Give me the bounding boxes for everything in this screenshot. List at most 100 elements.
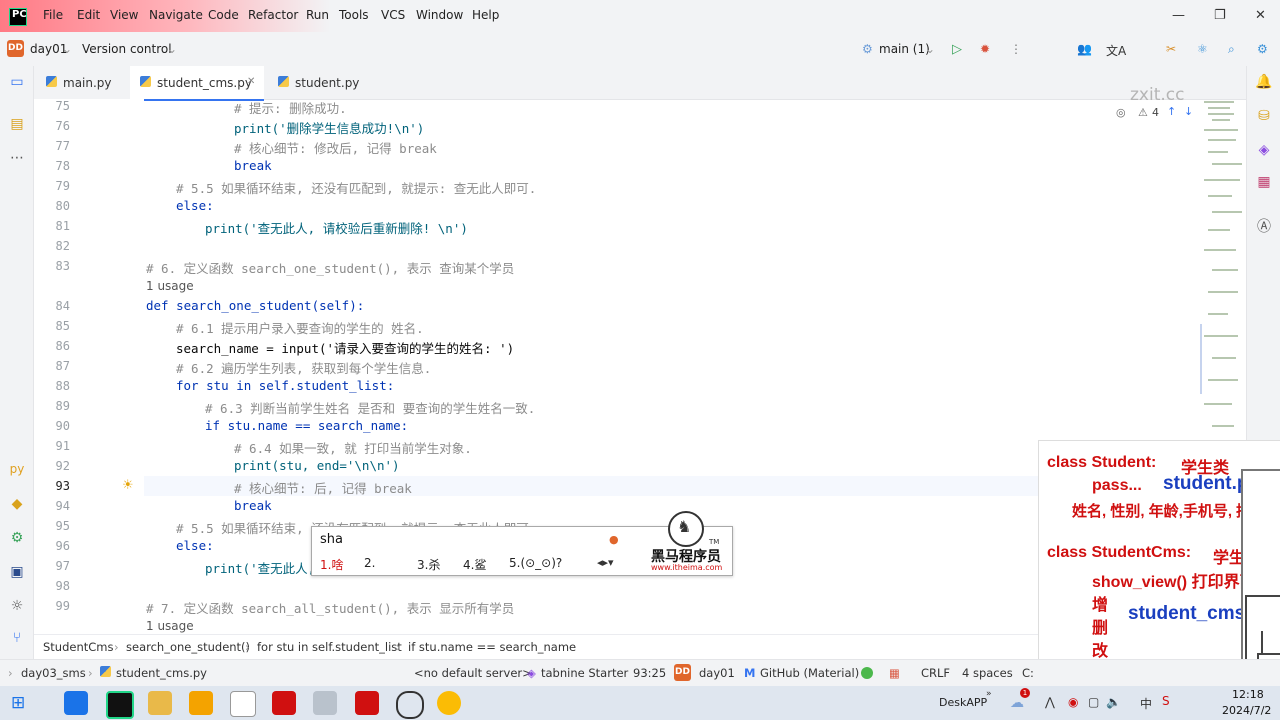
tray-icon[interactable]: ⋀ xyxy=(1045,695,1055,709)
status-tabnine[interactable]: tabnine Starter xyxy=(541,666,628,680)
run-config-selector[interactable]: main (1) xyxy=(879,42,930,56)
taskbar-app-icon[interactable] xyxy=(355,691,379,715)
menu-window[interactable]: Window xyxy=(416,8,463,22)
menu-file[interactable]: File xyxy=(43,8,63,22)
search-icon[interactable]: ⌕ xyxy=(1228,42,1235,57)
tab-main-py[interactable]: main.py xyxy=(34,66,130,99)
record-indicator-icon[interactable]: ◉ xyxy=(1068,695,1078,709)
code-line[interactable]: # 6.3 判断当前学生姓名 是否和 要查询的学生姓名一致. xyxy=(205,398,535,417)
terminal-icon[interactable]: ▣ xyxy=(7,564,27,580)
next-highlight-icon[interactable]: ↓ xyxy=(1184,105,1193,118)
code-line[interactable]: print('查无此人, xyxy=(205,558,315,577)
chrome-icon[interactable] xyxy=(437,691,461,715)
sound-icon[interactable]: 🔈 xyxy=(1106,695,1121,709)
breadcrumb-item[interactable]: StudentCms xyxy=(43,640,114,654)
taskbar-app-icon[interactable] xyxy=(189,691,213,715)
menu-tools[interactable]: Tools xyxy=(339,8,369,22)
chevron-down-icon[interactable]: ⌄ xyxy=(167,42,177,56)
chevron-down-icon[interactable]: ⌄ xyxy=(925,42,935,56)
breadcrumb-item[interactable]: for stu in self.student_list xyxy=(257,640,402,654)
plugin-icon[interactable]: ◈ xyxy=(1254,142,1274,158)
status-server[interactable]: <no default server> xyxy=(414,666,532,680)
status-position[interactable]: 93:25 xyxy=(633,666,666,680)
ime-candidate[interactable]: 2. xyxy=(364,556,375,570)
chevron-right-icon[interactable]: » xyxy=(986,689,992,699)
menu-navigate[interactable]: Navigate xyxy=(149,8,203,22)
menu-refactor[interactable]: Refactor xyxy=(248,8,298,22)
database-icon[interactable]: ⛁ xyxy=(1254,108,1274,124)
debug-icon[interactable]: ✹ xyxy=(980,42,990,56)
ime-page-arrows-icon[interactable]: ◂▸▾ xyxy=(597,556,614,569)
minimap[interactable] xyxy=(1200,99,1246,439)
taskbar-app-icon[interactable] xyxy=(230,691,256,717)
code-line[interactable]: # 6.2 遍历学生列表, 获取到每个学生信息. xyxy=(176,358,431,377)
ime-candidate[interactable]: 5.(⊙_⊙)? xyxy=(509,556,562,570)
prev-highlight-icon[interactable]: ↑ xyxy=(1167,105,1176,118)
menu-view[interactable]: View xyxy=(110,8,138,22)
status-indent[interactable]: 4 spaces xyxy=(962,666,1013,680)
file-explorer-icon[interactable] xyxy=(148,691,172,715)
status-project[interactable]: day01 xyxy=(699,666,735,680)
status-path-root[interactable]: day03_sms xyxy=(21,666,86,680)
version-control[interactable]: Version control xyxy=(82,42,172,56)
run-icon[interactable]: ▷ xyxy=(952,42,962,57)
ime-candidate[interactable]: 1.啥 xyxy=(320,556,343,573)
tab-student-cms-py[interactable]: student_cms.py ✕ xyxy=(130,66,264,101)
code-line[interactable]: break xyxy=(234,498,272,513)
ime-candidate[interactable]: 3.杀 xyxy=(417,556,440,573)
breadcrumb-item[interactable]: if stu.name == search_name xyxy=(408,640,576,654)
clock-time[interactable]: 12:18 xyxy=(1232,688,1264,701)
taskbar-deskapp[interactable]: DeskAPP xyxy=(939,696,987,709)
more-tools-icon[interactable]: ⋯ xyxy=(7,150,27,166)
code-line[interactable]: def search_one_student(self): xyxy=(146,298,364,313)
pycharm-taskbar-icon[interactable] xyxy=(106,691,134,719)
restore-icon[interactable]: ❐ xyxy=(1214,8,1226,23)
code-line[interactable]: print('删除学生信息成功!\n') xyxy=(234,118,424,137)
code-line[interactable]: # 提示: 删除成功. xyxy=(234,98,347,117)
menu-vcs[interactable]: VCS xyxy=(381,8,405,22)
notifications-icon[interactable]: 🔔 xyxy=(1254,74,1274,90)
code-with-me-icon[interactable]: 👥 xyxy=(1077,42,1092,56)
code-line[interactable]: # 5.5 如果循环结束, 还没有匹配到, 就提示: 查无此人即可. xyxy=(176,178,536,197)
status-line-ending[interactable]: CRLF xyxy=(921,666,950,680)
tab-student-py[interactable]: student.py xyxy=(266,66,366,99)
code-line[interactable]: # 核心细节: 修改后, 记得 break xyxy=(234,138,437,157)
warning-count[interactable]: 4 xyxy=(1152,106,1159,119)
code-line[interactable]: # 7. 定义函数 search_all_student(), 表示 显示所有学… xyxy=(146,598,514,617)
taskbar-app-icon[interactable] xyxy=(64,691,88,715)
code-line-current[interactable]: # 核心细节: 后, 记得 break xyxy=(234,478,412,497)
ai-assistant-icon[interactable]: ⚛ xyxy=(1197,42,1208,56)
sciview-icon[interactable]: ▦ xyxy=(1254,174,1274,190)
usage-hint[interactable]: 1 usage xyxy=(146,619,194,633)
lightbulb-icon[interactable]: ☀ xyxy=(122,478,134,493)
wps-icon[interactable] xyxy=(272,691,296,715)
menu-edit[interactable]: Edit xyxy=(77,8,100,22)
status-path-file[interactable]: student_cms.py xyxy=(116,666,207,680)
sogou-icon[interactable]: S xyxy=(1162,694,1170,708)
chevron-down-icon[interactable]: ⌄ xyxy=(62,42,72,56)
ime-language[interactable]: 中 xyxy=(1140,695,1152,712)
warning-icon[interactable]: ⚠ xyxy=(1138,106,1148,119)
network-icon[interactable]: ▢ xyxy=(1088,695,1099,709)
ime-candidate[interactable]: 4.鲨 xyxy=(463,556,486,573)
minimize-icon[interactable]: — xyxy=(1172,8,1185,23)
menu-run[interactable]: Run xyxy=(306,8,329,22)
menu-code[interactable]: Code xyxy=(208,8,239,22)
problems-icon[interactable]: ☼ xyxy=(7,598,27,614)
minimap-viewport[interactable] xyxy=(1200,324,1202,394)
ai-panel-icon[interactable]: Ⓐ xyxy=(1254,216,1274,236)
clock-date[interactable]: 2024/7/2 xyxy=(1222,704,1271,717)
project-badge[interactable]: DD xyxy=(7,40,24,57)
code-line[interactable]: print('查无此人, 请校验后重新删除! \n') xyxy=(205,218,468,237)
close-icon[interactable]: ✕ xyxy=(1255,8,1266,23)
translate-icon[interactable]: 文A xyxy=(1106,42,1126,59)
tools-icon[interactable]: ✂ xyxy=(1166,42,1176,56)
structure-icon[interactable]: ▤ xyxy=(7,116,27,132)
more-actions-icon[interactable]: ⋮ xyxy=(1010,42,1022,56)
menu-help[interactable]: Help xyxy=(472,8,499,22)
windows-start-icon[interactable]: ⊞ xyxy=(11,693,25,713)
code-line[interactable]: else: xyxy=(176,538,214,553)
reader-mode-icon[interactable]: ◎ xyxy=(1116,106,1126,119)
git-icon[interactable]: ⑂ xyxy=(7,630,27,646)
code-line[interactable]: for stu in self.student_list: xyxy=(176,378,394,393)
